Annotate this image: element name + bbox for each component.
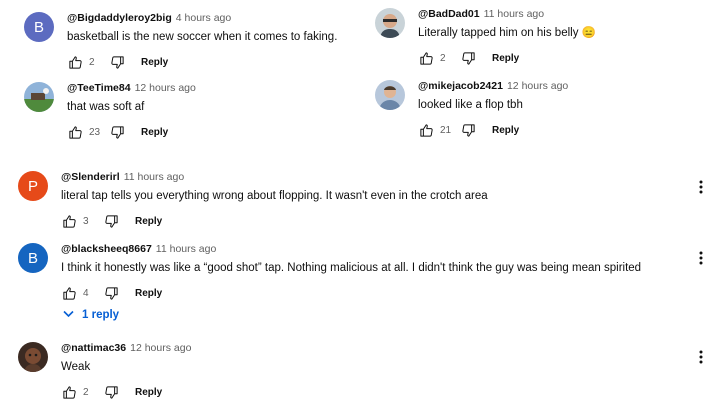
avatar[interactable]: [18, 342, 48, 372]
comment-text: that was soft af: [67, 101, 145, 113]
comment-body: @blacksheeq8667 11 hours ago I think it h…: [61, 243, 641, 301]
thumb-up-icon[interactable]: [67, 54, 83, 70]
comment-author[interactable]: @nattimac36: [61, 342, 126, 354]
avatar[interactable]: P: [18, 171, 48, 201]
like-count: 2: [440, 52, 446, 64]
chevron-down-icon: [63, 309, 74, 321]
view-replies-button[interactable]: 1 reply: [63, 309, 119, 321]
comment-actions: 23 Reply: [67, 124, 196, 140]
comment-time[interactable]: 11 hours ago: [156, 243, 217, 255]
more-vert-icon[interactable]: [696, 249, 706, 267]
comment-time[interactable]: 11 hours ago: [484, 8, 545, 20]
thumb-down-icon[interactable]: [103, 384, 119, 400]
comment-author[interactable]: @BadDad01: [418, 8, 480, 20]
reply-button[interactable]: Reply: [135, 288, 162, 299]
reply-button[interactable]: Reply: [141, 127, 168, 138]
comment-text: literal tap tells you everything wrong a…: [61, 190, 488, 202]
comment-actions: 2 Reply: [418, 50, 596, 66]
comment-author[interactable]: @blacksheeq8667: [61, 243, 152, 255]
comment-time[interactable]: 12 hours ago: [135, 82, 196, 94]
like-count: 2: [83, 386, 89, 398]
comment-actions: 2 Reply: [61, 384, 191, 400]
avatar[interactable]: [24, 82, 54, 112]
thumb-up-icon[interactable]: [61, 213, 77, 229]
reply-button[interactable]: Reply: [492, 125, 519, 136]
reply-button[interactable]: Reply: [141, 57, 168, 68]
comment-author[interactable]: @mikejacob2421: [418, 80, 503, 92]
reply-button[interactable]: Reply: [135, 387, 162, 398]
reply-button[interactable]: Reply: [135, 216, 162, 227]
thumb-down-icon[interactable]: [103, 213, 119, 229]
avatar[interactable]: B: [24, 12, 54, 42]
thumb-up-icon[interactable]: [61, 384, 77, 400]
comment-actions: 21 Reply: [418, 122, 568, 138]
like-count: 4: [83, 287, 89, 299]
comment-time[interactable]: 12 hours ago: [130, 342, 191, 354]
thumb-down-icon[interactable]: [460, 50, 476, 66]
thumb-down-icon[interactable]: [109, 54, 125, 70]
thumb-down-icon[interactable]: [109, 124, 125, 140]
more-vert-icon[interactable]: [696, 348, 706, 366]
like-count: 23: [89, 126, 101, 138]
thumb-up-icon[interactable]: [67, 124, 83, 140]
comment-text: Literally tapped him on his belly 😑: [418, 27, 596, 39]
comment-body: @BadDad01 11 hours ago Literally tapped h…: [418, 8, 596, 66]
like-count: 21: [440, 124, 452, 136]
comment-body: @nattimac36 12 hours ago Weak 2 Reply: [61, 342, 191, 400]
comment-time[interactable]: 4 hours ago: [176, 12, 231, 24]
comment-text: basketball is the new soccer when it com…: [67, 31, 338, 43]
comment-body: @mikejacob2421 12 hours ago looked like a…: [418, 80, 568, 138]
replies-count: 1 reply: [82, 309, 120, 321]
comment-actions: 2 Reply: [67, 54, 337, 70]
comment-body: @Bigdaddyleroy2big 4 hours ago basketball…: [67, 12, 337, 70]
comment-actions: 3 Reply: [61, 213, 488, 229]
thumb-up-icon[interactable]: [418, 50, 434, 66]
comment-author[interactable]: @TeeTime84: [67, 82, 131, 94]
comment-text: looked like a flop tbh: [418, 99, 523, 111]
comment-actions: 4 Reply: [61, 285, 641, 301]
thumb-down-icon[interactable]: [460, 122, 476, 138]
comment-time[interactable]: 11 hours ago: [124, 171, 185, 183]
comment-text: Weak: [61, 361, 91, 373]
like-count: 3: [83, 215, 89, 227]
comment-author[interactable]: @Bigdaddyleroy2big: [67, 12, 172, 24]
more-vert-icon[interactable]: [696, 178, 706, 196]
avatar[interactable]: [375, 8, 405, 38]
thumb-down-icon[interactable]: [103, 285, 119, 301]
comment-text: I think it honestly was like a “good sho…: [61, 262, 642, 274]
comment-author[interactable]: @Slenderirl: [61, 171, 120, 183]
comment-time[interactable]: 12 hours ago: [507, 80, 568, 92]
thumb-up-icon[interactable]: [418, 122, 434, 138]
thumb-up-icon[interactable]: [61, 285, 77, 301]
avatar[interactable]: [375, 80, 405, 110]
reply-button[interactable]: Reply: [492, 53, 519, 64]
like-count: 2: [89, 56, 95, 68]
comment-body: @Slenderirl 11 hours ago literal tap tell…: [61, 171, 488, 229]
avatar[interactable]: B: [18, 243, 48, 273]
comment-body: @TeeTime84 12 hours ago that was soft af …: [67, 82, 196, 140]
